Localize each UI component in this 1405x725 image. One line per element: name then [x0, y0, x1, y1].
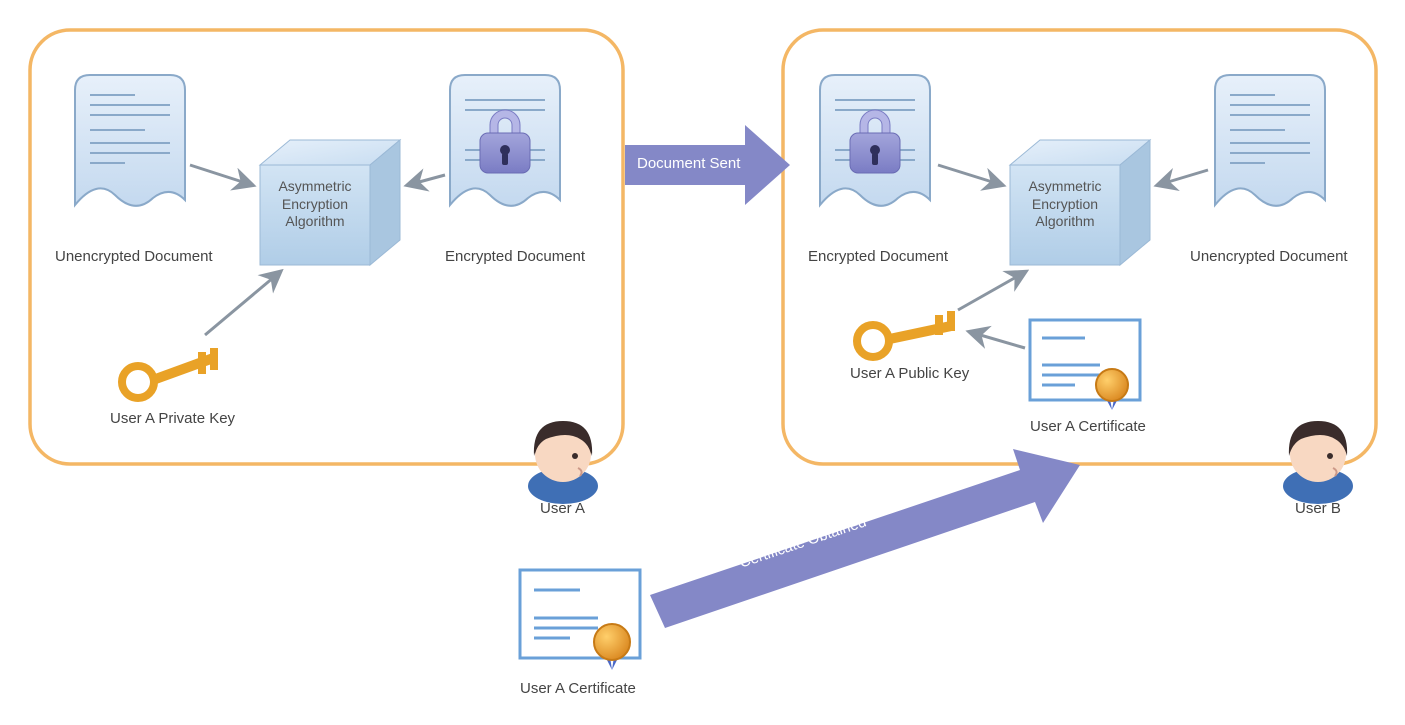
arrow-cert-to-key — [970, 332, 1025, 348]
arrow-doc-to-algo-b — [1158, 170, 1208, 185]
label-private-key: User A Private Key — [110, 410, 235, 427]
arrow-key-to-algo-a — [205, 272, 280, 335]
document-sent-arrow — [625, 125, 790, 205]
label-cert-b: User A Certificate — [1030, 418, 1146, 435]
user-a-avatar — [528, 421, 598, 504]
label-encrypted-doc-a: Encrypted Document — [445, 248, 585, 265]
label-algo-a: AsymmetricEncryptionAlgorithm — [270, 178, 360, 231]
unencrypted-document-a — [75, 75, 185, 206]
private-key-icon — [122, 348, 218, 398]
arrow-doc-to-algo-a — [190, 165, 252, 185]
arrow-encdoc-to-algo-b — [938, 165, 1002, 185]
label-unencrypted-doc-b: Unencrypted Document — [1190, 248, 1348, 265]
label-encrypted-doc-b: Encrypted Document — [808, 248, 948, 265]
label-user-b: User B — [1295, 500, 1341, 517]
encrypted-document-a — [450, 75, 560, 206]
diagram-canvas — [0, 0, 1405, 725]
certificate-source — [520, 570, 640, 670]
label-algo-b: AsymmetricEncryptionAlgorithm — [1020, 178, 1110, 231]
arrow-key-to-algo-b — [958, 272, 1025, 310]
unencrypted-document-b — [1215, 75, 1325, 206]
label-cert-source: User A Certificate — [520, 680, 636, 697]
label-unencrypted-doc-a: Unencrypted Document — [55, 248, 213, 265]
encrypted-document-b — [820, 75, 930, 206]
arrow-encdoc-to-algo-a — [408, 175, 445, 185]
label-public-key: User A Public Key — [850, 365, 969, 382]
user-b-avatar — [1283, 421, 1353, 504]
certificate-b — [1030, 320, 1140, 410]
label-user-a: User A — [540, 500, 585, 517]
public-key-icon — [857, 311, 955, 357]
certificate-obtained-arrow — [650, 449, 1080, 628]
